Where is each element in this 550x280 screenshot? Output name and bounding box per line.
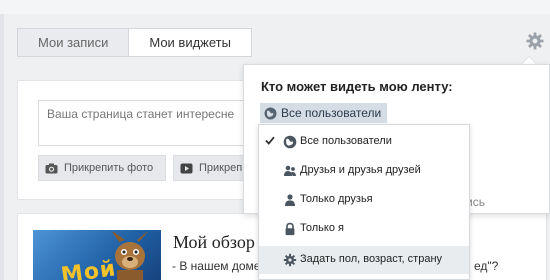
tab-my-widgets[interactable]: Мои виджеты [129, 28, 252, 57]
dropdown-item-label: Друзья и друзья друзей [300, 164, 421, 176]
popup-heading: Кто может видеть мою ленту: [261, 79, 453, 94]
tab-my-posts[interactable]: Мои записи [17, 28, 130, 57]
composer-card: Ваша страница станет интересне Прикрепит… [17, 80, 338, 200]
attach-video-button[interactable]: Прикреп [173, 155, 253, 181]
attach-video-label: Прикреп [199, 162, 243, 174]
visibility-dropdown: Все пользователи Друзья и друзья друзей … [258, 124, 470, 280]
dropdown-item-all-users[interactable]: Все пользователи [259, 128, 469, 156]
dropdown-item-only-me[interactable]: Только я [259, 215, 469, 243]
left-edge [0, 14, 4, 280]
attach-photo-button[interactable]: Прикрепить фото [38, 155, 166, 181]
dropdown-item-custom-filter[interactable]: Задать пол, возраст, страну [259, 246, 469, 274]
globe-icon [264, 107, 277, 119]
post-excerpt-tail: ед"? [474, 259, 499, 273]
video-icon [180, 163, 193, 173]
post-thumbnail[interactable]: Мой [33, 230, 161, 280]
checkmark-icon [265, 136, 275, 145]
dropdown-item-friends-only[interactable]: Только друзья [259, 186, 469, 214]
gear-icon[interactable] [525, 31, 545, 51]
post-excerpt: - В нашем доме [172, 259, 261, 273]
dropdown-item-label: Задать пол, возраст, страну [300, 253, 443, 265]
tab-bar: Мои записи Мои виджеты [17, 28, 252, 57]
post-title[interactable]: Мой обзор [173, 232, 255, 253]
visibility-current-select[interactable]: Все пользователи [260, 103, 388, 123]
user-icon [285, 194, 295, 206]
dropdown-item-label: Только друзья [300, 193, 373, 205]
globe-icon [283, 135, 297, 149]
dropdown-item-friends-of-friends[interactable]: Друзья и друзья друзей [259, 157, 469, 185]
lock-icon [285, 222, 295, 236]
users-icon [284, 165, 296, 176]
dropdown-item-label: Только я [300, 222, 344, 234]
dropdown-item-label: Все пользователи [300, 135, 392, 147]
visibility-current-label: Все пользователи [281, 106, 382, 120]
camera-icon [45, 163, 58, 173]
top-strip [0, 0, 550, 14]
gear-icon [283, 253, 297, 267]
attach-photo-label: Прикрепить фото [64, 162, 154, 174]
